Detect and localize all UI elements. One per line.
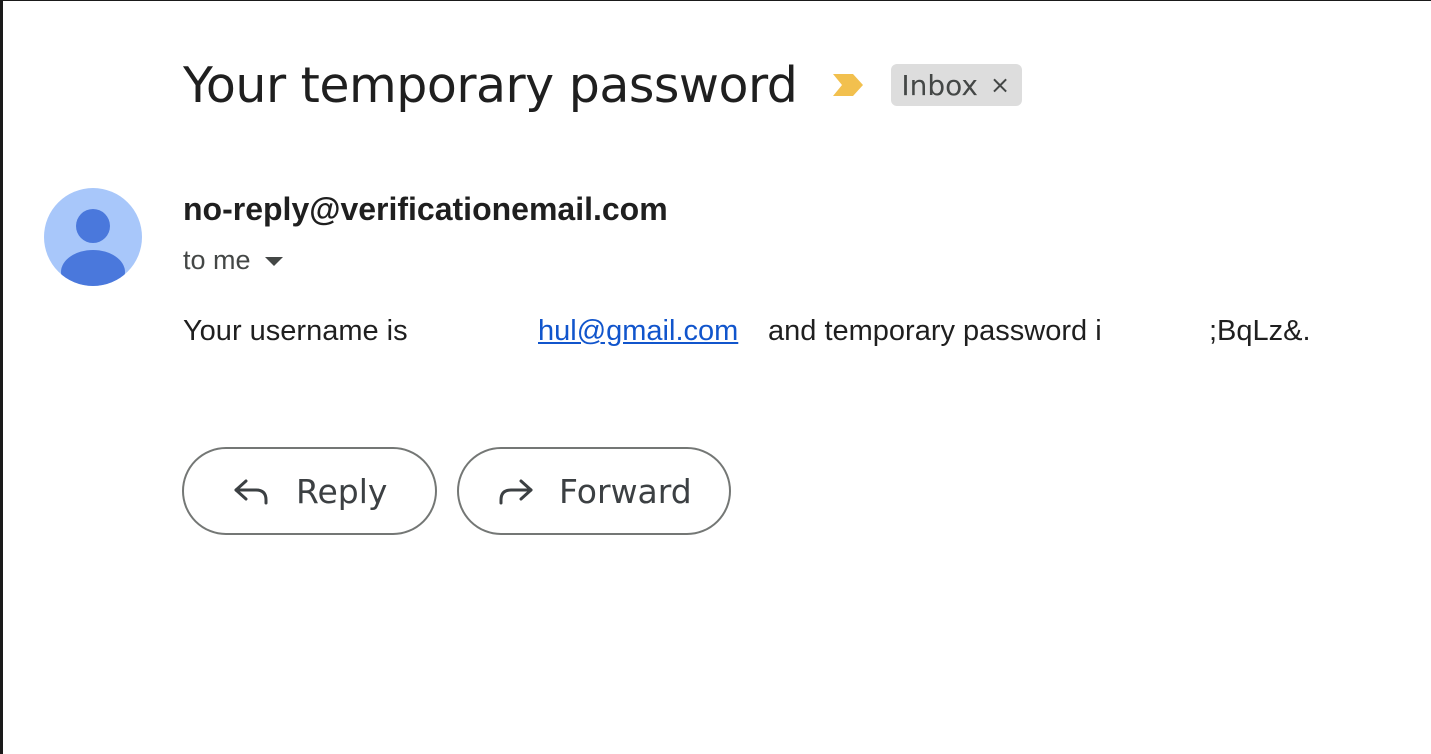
person-icon	[61, 209, 125, 286]
email-view: Your temporary password Inbox × no-reply…	[0, 0, 1431, 754]
label-chip-text: Inbox	[901, 68, 978, 102]
label-chip-inbox: Inbox ×	[891, 64, 1023, 106]
email-subject: Your temporary password	[183, 56, 798, 114]
recipient-text: to me	[183, 245, 251, 275]
sender-address: no-reply@verificationemail.com	[183, 191, 668, 227]
recipient-row[interactable]: to me	[183, 245, 283, 276]
reply-icon	[232, 476, 272, 506]
importance-marker-icon[interactable]	[831, 71, 865, 99]
subject-row: Your temporary password Inbox ×	[183, 55, 1023, 115]
email-link[interactable]: hul@gmail.com	[538, 311, 738, 351]
forward-button[interactable]: Forward	[457, 447, 731, 535]
reply-label: Reply	[296, 471, 388, 511]
remove-label-icon[interactable]: ×	[990, 71, 1010, 99]
body-text-segment: and temporary password i	[768, 315, 1102, 347]
show-details-icon[interactable]	[264, 257, 283, 266]
forward-icon	[495, 476, 535, 506]
body-text-segment: Your username is	[183, 315, 408, 347]
sender-avatar	[44, 188, 142, 286]
forward-label: Forward	[559, 471, 692, 511]
body-text-segment: ;BqLz&.	[1209, 315, 1311, 347]
reply-button[interactable]: Reply	[182, 447, 437, 535]
